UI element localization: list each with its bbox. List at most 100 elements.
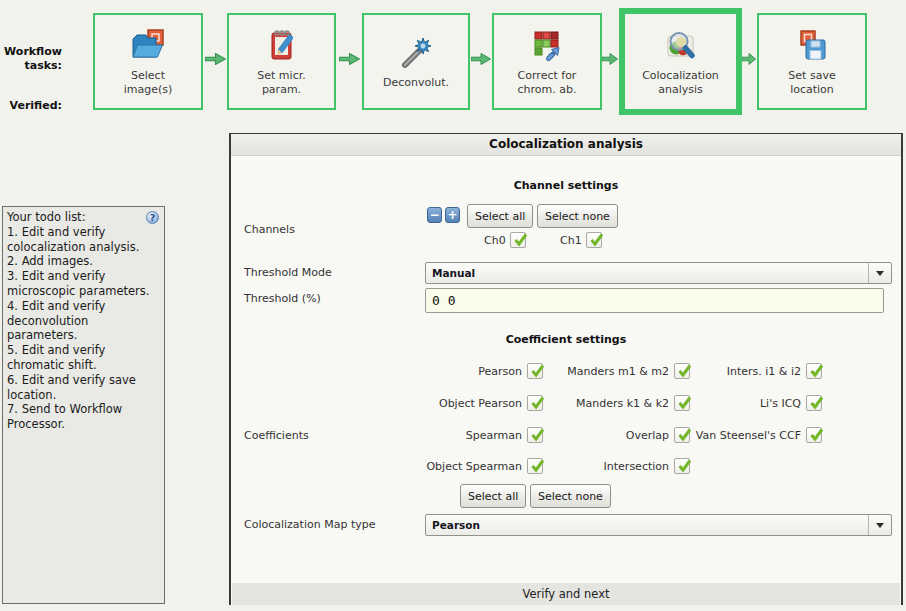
channels-select-none-button[interactable]: Select none <box>537 204 618 228</box>
correct-chromatic-ab-icon <box>528 27 566 65</box>
deconvolution-icon <box>397 34 435 72</box>
spearman-checkbox[interactable] <box>527 427 543 443</box>
workflow-step-label: image(s) <box>124 83 173 97</box>
workflow-arrow-icon <box>205 53 226 65</box>
coefficient-object-spearman: Object Spearman <box>426 458 543 474</box>
coefficient-label: Van Steensel's CCF <box>696 429 801 442</box>
coefficient-label: Manders m1 & m2 <box>567 365 669 378</box>
coefficient-label: Overlap <box>626 429 669 442</box>
workflow-step-label: Select <box>131 69 165 83</box>
threshold-input[interactable] <box>425 288 884 313</box>
workflow-step-label: analysis <box>658 83 703 97</box>
todo-panel: ? Your todo list: 1. Edit and verify col… <box>2 206 165 604</box>
ch0-checkbox[interactable] <box>510 232 526 248</box>
threshold-pct-label: Threshold (%) <box>244 292 321 305</box>
object-spearman-checkbox[interactable] <box>527 458 543 474</box>
coefficient-object-pearson: Object Pearson <box>439 395 543 411</box>
coefficient-label: Inters. i1 & i2 <box>727 365 801 378</box>
coefficient-inters-i1-i2: Inters. i1 & i2 <box>727 363 822 379</box>
todo-item: 6. Edit and verify save location. <box>7 373 156 403</box>
ch1-checkbox[interactable] <box>586 232 602 248</box>
coefficient-label: Object Pearson <box>439 397 522 410</box>
workflow-arrow-icon <box>742 53 756 65</box>
pearson-checkbox[interactable] <box>527 363 543 379</box>
workflow-step-label: Colocalization <box>642 69 719 83</box>
select-images-icon <box>129 27 167 65</box>
colocalization-analysis-icon <box>662 27 700 65</box>
channels-label: Channels <box>244 223 295 236</box>
li-s-icq-checkbox[interactable] <box>806 395 822 411</box>
map-type-value: Pearson <box>426 515 868 535</box>
workflow-tasks-label: Workflow tasks: <box>0 45 62 73</box>
todo-item: 1. Edit and verify colocalization analys… <box>7 225 156 255</box>
coefficient-label: Object Spearman <box>426 460 522 473</box>
intersection-checkbox[interactable] <box>674 458 690 474</box>
workflow-step-set-save-location[interactable]: Set savelocation <box>757 13 867 110</box>
coefficient-label: Spearman <box>466 429 522 442</box>
workflow-step-colocalization-analysis[interactable]: Colocalizationanalysis <box>619 8 742 115</box>
colocalization-panel: Colocalization analysis Channel settings… <box>229 133 903 605</box>
workflow-step-set-microscopic-params[interactable]: Set micr.param. <box>227 13 336 110</box>
help-icon[interactable]: ? <box>146 211 159 224</box>
coefficient-manders-k1-k2: Manders k1 & k2 <box>576 395 690 411</box>
todo-item: 4. Edit and verify deconvolution paramet… <box>7 299 156 343</box>
todo-item: 2. Add images. <box>7 254 156 269</box>
channel-label: Ch1 <box>560 234 582 247</box>
todo-item: 7. Send to Workflow Processor. <box>7 402 156 432</box>
overlap-checkbox[interactable] <box>674 427 690 443</box>
coefficient-label: Pearson <box>478 365 522 378</box>
threshold-mode-label: Threshold Mode <box>244 266 332 279</box>
map-type-select[interactable]: Pearson <box>425 514 892 536</box>
channel-ch0: Ch0 <box>484 232 526 248</box>
workflow-verified-label: Verified: <box>0 99 62 113</box>
coefficient-label: Manders k1 & k2 <box>576 397 669 410</box>
coefficients-select-none-button[interactable]: Select none <box>530 484 611 508</box>
manders-k1-k2-checkbox[interactable] <box>674 395 690 411</box>
workflow-step-correct-chromatic-ab[interactable]: Correct forchrom. ab. <box>492 13 602 110</box>
workflow-arrow-icon <box>602 53 618 65</box>
set-microscopic-params-icon <box>263 27 301 65</box>
panel-title: Colocalization analysis <box>231 134 901 156</box>
dropdown-arrow-icon <box>868 263 891 283</box>
verify-and-next-button[interactable]: Verify and next <box>232 583 900 605</box>
workflow-arrow-icon <box>339 53 360 65</box>
channel-label: Ch0 <box>484 234 506 247</box>
channel-ch1: Ch1 <box>560 232 602 248</box>
workflow-step-label: chrom. ab. <box>518 83 577 97</box>
channel-settings-heading: Channel settings <box>231 179 901 192</box>
map-type-label: Colocalization Map type <box>244 518 375 531</box>
workflow-step-label: Set save <box>788 69 835 83</box>
coefficient-spearman: Spearman <box>466 427 543 443</box>
threshold-mode-select[interactable]: Manual <box>425 262 892 284</box>
object-pearson-checkbox[interactable] <box>527 395 543 411</box>
dropdown-arrow-icon <box>868 515 891 535</box>
remove-channel-button[interactable]: − <box>427 207 442 223</box>
coefficient-van-steensel-s-ccf: Van Steensel's CCF <box>696 427 822 443</box>
todo-item: 3. Edit and verify microscopic parameter… <box>7 269 156 299</box>
workflow-step-deconvolution[interactable]: Deconvolut. <box>362 13 470 110</box>
coefficient-settings-heading: Coefficient settings <box>231 333 901 346</box>
inters-i1-i2-checkbox[interactable] <box>806 363 822 379</box>
set-save-location-icon <box>793 27 831 65</box>
todo-item: 5. Edit and verify chromatic shift. <box>7 343 156 373</box>
coefficient-pearson: Pearson <box>478 363 543 379</box>
channels-select-all-button[interactable]: Select all <box>467 204 533 228</box>
workflow-arrow-icon <box>471 53 491 65</box>
workflow-step-label: Set micr. <box>257 69 305 83</box>
coefficient-label: Intersection <box>604 460 669 473</box>
coefficients-select-all-button[interactable]: Select all <box>460 484 526 508</box>
van-steensel-s-ccf-checkbox[interactable] <box>806 427 822 443</box>
panel-content: Channel settings − + Select all Select n… <box>231 156 901 581</box>
workflow-step-label: location <box>790 83 834 97</box>
coefficient-intersection: Intersection <box>604 458 690 474</box>
todo-title: Your todo list: <box>7 210 160 225</box>
workflow-step-select-images[interactable]: Selectimage(s) <box>93 13 203 110</box>
workflow-step-label: param. <box>262 83 301 97</box>
coefficient-li-s-icq: Li's ICQ <box>760 395 822 411</box>
workflow-step-label: Deconvolut. <box>383 76 449 90</box>
coefficient-label: Li's ICQ <box>760 397 801 410</box>
add-channel-button[interactable]: + <box>445 207 460 223</box>
threshold-mode-value: Manual <box>426 263 868 283</box>
coefficients-label: Coefficients <box>244 429 309 442</box>
manders-m1-m2-checkbox[interactable] <box>674 363 690 379</box>
